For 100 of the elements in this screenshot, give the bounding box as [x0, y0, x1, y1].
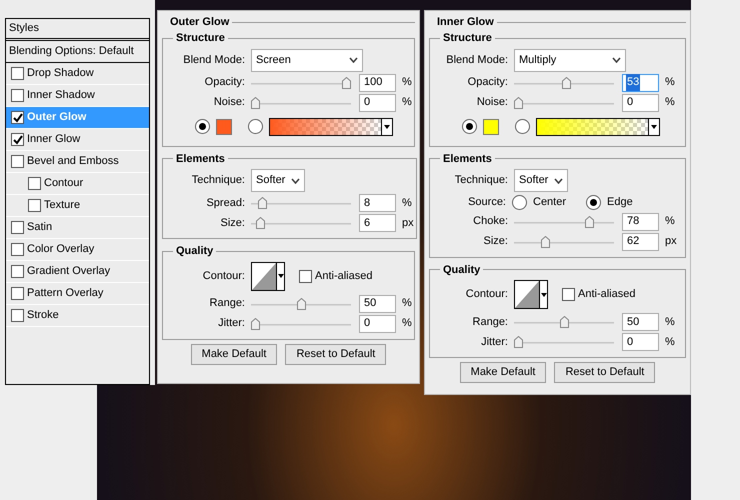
slider[interactable]: [514, 336, 614, 348]
item-label: Satin: [27, 220, 52, 236]
checkbox[interactable]: [11, 67, 24, 80]
checkbox[interactable]: [11, 221, 24, 234]
list-item[interactable]: Drop Shadow: [6, 63, 149, 85]
list-item[interactable]: Stroke: [6, 305, 149, 327]
color-swatch[interactable]: [483, 118, 499, 134]
checkbox[interactable]: [28, 177, 41, 190]
number-field[interactable]: 50: [622, 313, 659, 331]
number-field[interactable]: 0: [359, 314, 396, 332]
slider-thumb[interactable]: [584, 216, 594, 228]
slider-thumb[interactable]: [251, 96, 260, 108]
slider[interactable]: [251, 298, 351, 310]
color-swatch[interactable]: [216, 118, 232, 134]
radio-button[interactable]: [586, 194, 602, 210]
checkbox[interactable]: [11, 309, 24, 322]
item-label: Gradient Overlay: [27, 264, 110, 280]
dialog-button[interactable]: Reset to Default: [285, 344, 386, 364]
checkbox[interactable]: [28, 199, 41, 212]
dropdown[interactable]: Softer: [251, 169, 305, 192]
slider[interactable]: [251, 318, 351, 330]
slider[interactable]: [251, 76, 351, 88]
checkbox[interactable]: [11, 111, 24, 124]
radio-button[interactable]: [515, 119, 530, 134]
number-field[interactable]: 0: [622, 94, 659, 112]
number-field[interactable]: 0: [622, 333, 659, 351]
checkbox[interactable]: [11, 133, 24, 146]
list-item[interactable]: Satin: [6, 217, 149, 239]
field-label: Contour:: [464, 287, 508, 302]
slider-thumb[interactable]: [562, 76, 572, 88]
number-field[interactable]: 62: [622, 232, 659, 250]
slider[interactable]: [514, 96, 614, 108]
unit-label: %: [665, 214, 675, 230]
unit-label: %: [665, 314, 675, 330]
dialog-button[interactable]: Make Default: [190, 344, 278, 364]
dropdown[interactable]: Screen: [251, 48, 363, 72]
number-field[interactable]: 53: [622, 74, 659, 92]
checkbox[interactable]: [299, 270, 312, 282]
field-label: Choke:: [472, 214, 508, 230]
slider-thumb[interactable]: [514, 336, 523, 348]
slider-thumb[interactable]: [514, 96, 523, 108]
slider[interactable]: [514, 76, 614, 88]
list-header: Styles: [6, 19, 149, 41]
slider-thumb[interactable]: [342, 76, 351, 88]
number-field[interactable]: 78: [622, 212, 659, 230]
chevron-down-icon: [554, 178, 563, 184]
contour-picker[interactable]: [514, 280, 548, 309]
slider-thumb[interactable]: [256, 217, 266, 229]
slider[interactable]: [514, 216, 614, 228]
slider-thumb[interactable]: [541, 236, 550, 248]
list-item[interactable]: Texture: [6, 195, 149, 217]
slider[interactable]: [514, 316, 614, 328]
dialog-title: Outer Glow: [169, 14, 230, 30]
field-label: Size:: [482, 234, 508, 250]
slider-thumb[interactable]: [258, 197, 268, 209]
number-field[interactable]: 6: [359, 214, 396, 232]
unit-label: %: [402, 316, 412, 332]
item-label: Pattern Overlay: [27, 286, 104, 302]
number-field[interactable]: 0: [359, 94, 396, 112]
slider[interactable]: [514, 236, 614, 248]
field-label: Noise:: [476, 95, 508, 110]
radio-button[interactable]: [248, 119, 263, 134]
list-item[interactable]: Contour: [6, 173, 149, 195]
radio-button[interactable]: [462, 119, 477, 134]
checkbox[interactable]: [11, 243, 24, 256]
list-item[interactable]: Blending Options: Default: [6, 41, 149, 63]
list-item[interactable]: Pattern Overlay: [6, 283, 149, 305]
list-item[interactable]: Inner Glow: [6, 129, 149, 151]
slider-thumb[interactable]: [251, 318, 260, 330]
field-label: Size:: [220, 216, 245, 231]
number-field[interactable]: 50: [359, 294, 396, 312]
checkbox[interactable]: [11, 265, 24, 278]
checkbox-label: Anti-aliased: [315, 268, 372, 284]
list-item[interactable]: Gradient Overlay: [6, 261, 149, 283]
radio-button[interactable]: [512, 194, 527, 210]
radio-button[interactable]: [195, 119, 210, 134]
field-label: Jitter:: [480, 334, 508, 350]
slider[interactable]: [251, 197, 351, 209]
checkbox[interactable]: [11, 287, 24, 300]
checkbox[interactable]: [11, 89, 24, 102]
slider[interactable]: [251, 217, 351, 229]
slider-thumb[interactable]: [560, 316, 568, 328]
number-field[interactable]: 100: [359, 74, 396, 92]
unit-label: %: [665, 95, 675, 110]
checkbox[interactable]: [562, 288, 575, 301]
dropdown[interactable]: Softer: [514, 169, 568, 192]
dialog-button[interactable]: Reset to Default: [554, 362, 656, 383]
slider-thumb[interactable]: [296, 298, 306, 310]
gradient-picker[interactable]: [269, 118, 393, 136]
dialog-button[interactable]: Make Default: [460, 362, 546, 383]
slider[interactable]: [251, 96, 351, 108]
gradient-picker[interactable]: [536, 118, 660, 136]
list-item[interactable]: Bevel and Emboss: [6, 151, 149, 173]
caret-down-icon: [384, 124, 390, 128]
checkbox[interactable]: [11, 155, 24, 168]
list-item[interactable]: Color Overlay: [6, 239, 149, 261]
number-field[interactable]: 8: [359, 194, 396, 212]
contour-picker[interactable]: [251, 262, 285, 290]
item-label: Color Overlay: [27, 242, 94, 258]
dropdown[interactable]: Multiply: [514, 48, 626, 72]
